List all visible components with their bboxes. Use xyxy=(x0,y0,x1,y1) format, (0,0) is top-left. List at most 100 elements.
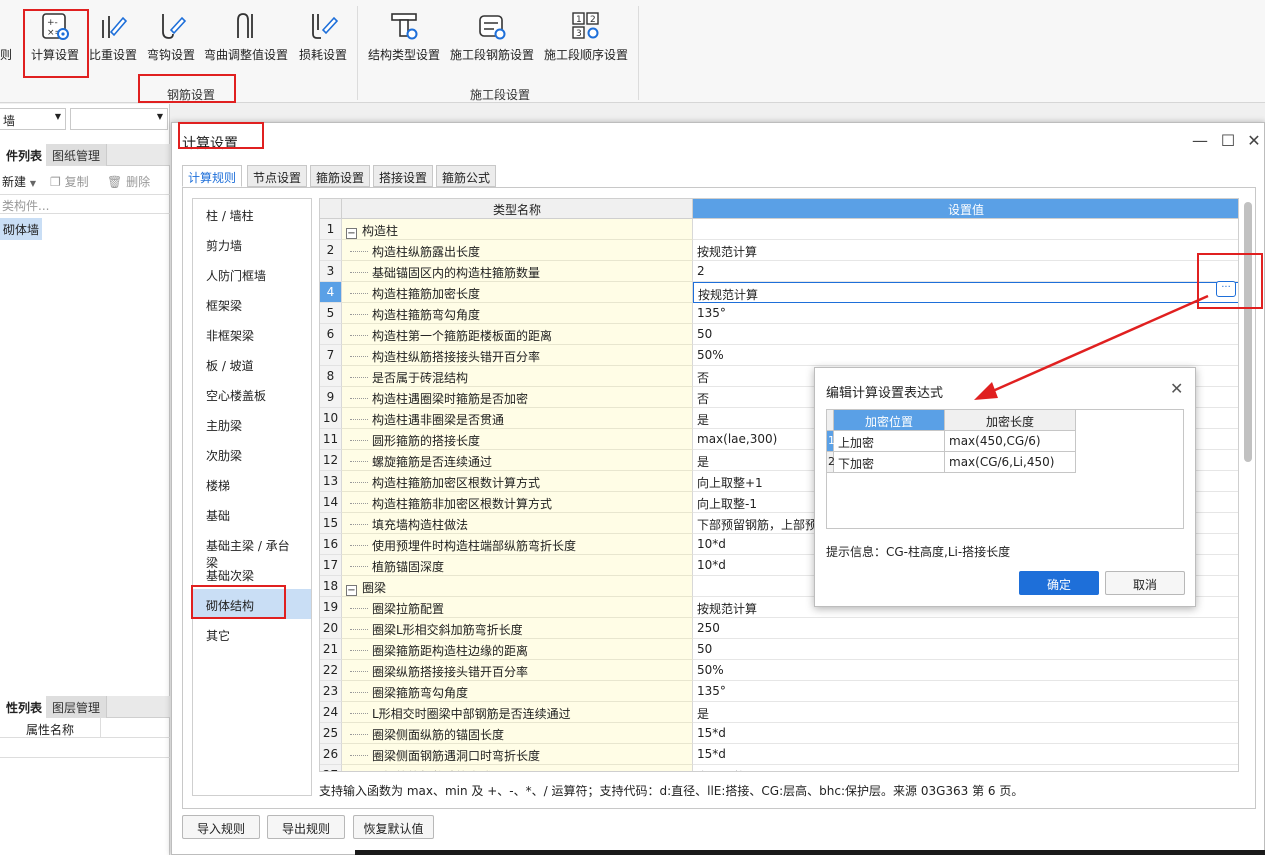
table-row[interactable]: 1− 构造柱 xyxy=(320,219,1238,240)
restore-defaults-button[interactable]: 恢复默认值 xyxy=(353,815,434,839)
row-number: 5 xyxy=(320,303,342,324)
table-row[interactable]: 22 圈梁纵筋搭接接头错开百分率 50% xyxy=(320,660,1238,681)
row-number: 2 xyxy=(320,240,342,261)
setting-value-cell[interactable]: 2 xyxy=(693,261,1238,282)
component-item-masonry-wall[interactable]: 砌体墙 xyxy=(0,218,43,240)
property-name-header: 属性名称 xyxy=(26,723,75,737)
collapse-icon[interactable]: − xyxy=(346,585,357,596)
chevron-down-icon: ▼ xyxy=(156,112,163,121)
setting-value-cell[interactable]: 15*d xyxy=(693,723,1238,744)
ok-button[interactable]: 确定 xyxy=(1019,571,1099,595)
left-panel: 墙 ▼ ▼ 件列表 图纸管理 新建 ▼ ❐ 复制 🗑 删除 类构件... 砌体墙… xyxy=(0,104,170,855)
table-row[interactable]: 24 L形相交时圈梁中部钢筋是否连续通过 是 xyxy=(320,702,1238,723)
tab-node-settings[interactable]: 节点设置 xyxy=(247,165,308,187)
category-item[interactable]: 柱 / 墙柱 xyxy=(193,199,311,229)
copy-button[interactable]: ❐ 复制 xyxy=(50,173,89,190)
stage-rebar-button[interactable]: 施工段钢筋设置 xyxy=(450,10,534,70)
density-settings-button[interactable]: 比重设置 xyxy=(88,10,138,70)
row-number: 15 xyxy=(320,513,342,534)
setting-value-cell[interactable]: 15*d xyxy=(693,744,1238,765)
table-row[interactable]: 27 圈梁箍筋根数计算方式 向上取整+1 xyxy=(320,765,1238,771)
length-cell[interactable]: max(450,CG/6) xyxy=(945,431,1076,452)
collapse-icon[interactable]: − xyxy=(346,228,357,239)
hook-settings-button[interactable]: 弯钩设置 xyxy=(145,10,197,70)
length-cell[interactable]: max(CG/6,Li,450) xyxy=(945,452,1076,473)
stage-rebar-icon xyxy=(479,15,506,40)
category-item[interactable]: 基础主梁 / 承台梁 xyxy=(193,529,311,570)
floor-combo[interactable]: 墙 ▼ xyxy=(0,108,66,130)
calc-settings-button[interactable]: +- ×= 计算设置 xyxy=(26,10,84,70)
position-cell[interactable]: 下加密 xyxy=(834,452,945,473)
setting-value-cell[interactable]: 按规范计算 xyxy=(693,240,1238,261)
delete-button[interactable]: 🗑 删除 xyxy=(107,173,150,190)
tab-stirrup-formula[interactable]: 箍筋公式 xyxy=(436,165,497,187)
import-rules-button[interactable]: 导入规则 xyxy=(182,815,260,839)
maximize-icon[interactable]: ☐ xyxy=(1218,131,1238,150)
category-item[interactable]: 框架梁 xyxy=(193,289,311,319)
category-item[interactable]: 楼梯 xyxy=(193,469,311,499)
tree-connector xyxy=(350,356,368,357)
table-row[interactable]: 20 圈梁L形相交斜加筋弯折长度 250 xyxy=(320,618,1238,639)
category-item[interactable]: 砌体结构 xyxy=(193,589,311,619)
category-item[interactable]: 主肋梁 xyxy=(193,409,311,439)
type-name-cell: 构造柱第一个箍筋距楼板面的距离 xyxy=(342,324,693,345)
stage-order-button[interactable]: 1 2 3 施工段顺序设置 xyxy=(544,10,628,70)
setting-value-cell[interactable]: 是 xyxy=(693,702,1238,723)
chevron-down-icon: ▼ xyxy=(54,112,61,121)
tab-component-list[interactable]: 件列表 xyxy=(0,144,50,166)
category-item[interactable]: 剪力墙 xyxy=(193,229,311,259)
table-row[interactable]: 2 构造柱纵筋露出长度 按规范计算 xyxy=(320,240,1238,261)
setting-value-cell[interactable]: 135° xyxy=(693,681,1238,702)
category-item[interactable]: 基础次梁 xyxy=(193,559,311,589)
category-item[interactable]: 其它 xyxy=(193,619,311,649)
close-icon[interactable]: ✕ xyxy=(1244,131,1264,150)
table-row[interactable]: 21 圈梁箍筋距构造柱边缘的距离 50 xyxy=(320,639,1238,660)
category-item[interactable]: 基础 xyxy=(193,499,311,529)
row-number: 6 xyxy=(320,324,342,345)
type-name-text: 构造柱遇非圈梁是否贯通 xyxy=(372,413,505,427)
component-combo[interactable]: ▼ xyxy=(70,108,168,130)
vertical-scrollbar[interactable] xyxy=(1244,202,1252,462)
category-item[interactable]: 空心楼盖板 xyxy=(193,379,311,409)
type-name-cell: 构造柱箍筋加密区根数计算方式 xyxy=(342,471,693,492)
table-row[interactable]: 3 基础锚固区内的构造柱箍筋数量 2 xyxy=(320,261,1238,282)
loss-settings-button[interactable]: 损耗设置 xyxy=(298,10,348,70)
structure-type-button[interactable]: 结构类型设置 xyxy=(368,10,440,70)
tab-calc-rules[interactable]: 计算规则 xyxy=(182,165,243,187)
tab-drawing-mgmt[interactable]: 图纸管理 xyxy=(46,144,108,166)
setting-value-cell[interactable]: 50 xyxy=(693,639,1238,660)
setting-value-cell[interactable]: 向上取整+1 xyxy=(693,765,1238,771)
tree-connector xyxy=(350,545,368,546)
bend-icon xyxy=(237,13,253,38)
row-number: 3 xyxy=(320,261,342,282)
category-item[interactable]: 次肋梁 xyxy=(193,439,311,469)
position-cell[interactable]: 上加密 xyxy=(834,431,945,452)
tree-connector xyxy=(350,398,368,399)
category-item[interactable]: 人防门框墙 xyxy=(193,259,311,289)
search-component-input[interactable]: 类构件... xyxy=(0,194,170,214)
minimize-icon[interactable]: — xyxy=(1190,131,1210,150)
bend-adjust-button[interactable]: 弯曲调整值设置 xyxy=(204,10,288,70)
type-name-cell: 圈梁侧面钢筋遇洞口时弯折长度 xyxy=(342,744,693,765)
setting-value-cell[interactable]: 50% xyxy=(693,660,1238,681)
tree-connector xyxy=(350,335,368,336)
cancel-button[interactable]: 取消 xyxy=(1105,571,1185,595)
type-name-text: 圈梁L形相交斜加筋弯折长度 xyxy=(372,623,523,637)
tab-property-list[interactable]: 性列表 xyxy=(0,696,50,718)
setting-value-cell[interactable]: 250 xyxy=(693,618,1238,639)
export-rules-button[interactable]: 导出规则 xyxy=(267,815,345,839)
tree-connector xyxy=(350,650,368,651)
new-button[interactable]: 新建 ▼ xyxy=(2,173,36,190)
tab-lap-settings[interactable]: 搭接设置 xyxy=(373,165,434,187)
col-header-length: 加密长度 xyxy=(945,410,1076,431)
table-row[interactable]: 23 圈梁箍筋弯勾角度 135° xyxy=(320,681,1238,702)
search-placeholder: 类构件... xyxy=(2,199,50,213)
table-row[interactable]: 25 圈梁侧面纵筋的锚固长度 15*d xyxy=(320,723,1238,744)
category-item[interactable]: 非框架梁 xyxy=(193,319,311,349)
tab-layer-mgmt[interactable]: 图层管理 xyxy=(46,696,108,718)
category-item[interactable]: 板 / 坡道 xyxy=(193,349,311,379)
table-row[interactable]: 26 圈梁侧面钢筋遇洞口时弯折长度 15*d xyxy=(320,744,1238,765)
structure-type-label: 结构类型设置 xyxy=(368,48,441,62)
tab-stirrup-settings[interactable]: 箍筋设置 xyxy=(310,165,371,187)
copy-icon: ❐ xyxy=(50,175,61,189)
